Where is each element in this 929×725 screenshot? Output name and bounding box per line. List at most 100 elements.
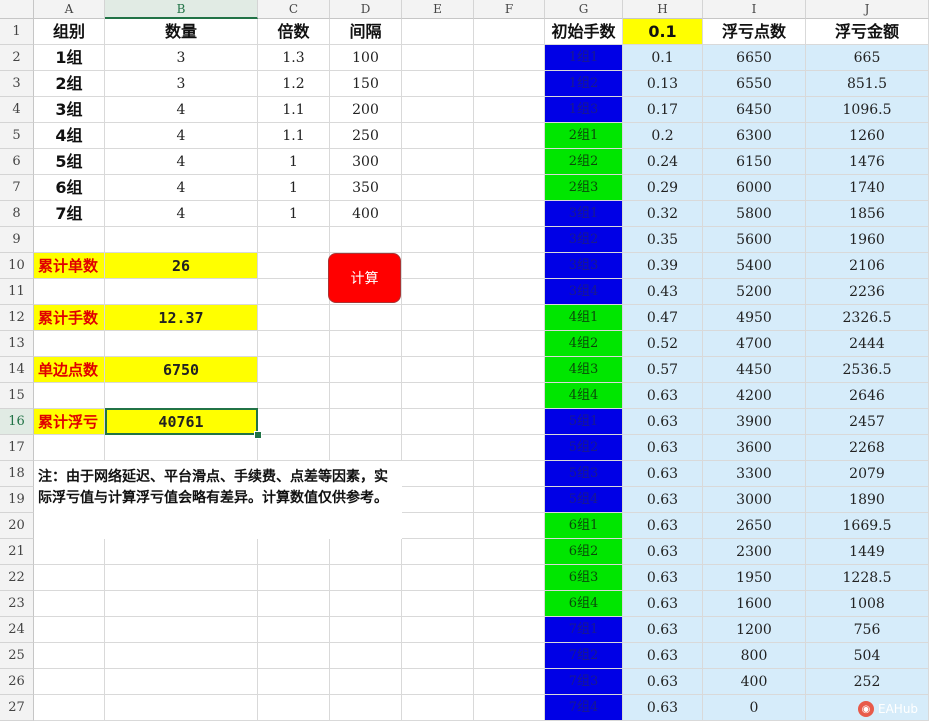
float-points-4[interactable]: 6300 [703,123,806,149]
row-header-6[interactable]: 6 [0,149,34,175]
cell-a9[interactable] [34,227,105,253]
float-amount-17[interactable]: 2079 [806,461,929,487]
summary-label-4[interactable]: 累计浮亏 [34,409,105,435]
cell-e4[interactable] [402,97,474,123]
cell-c10[interactable] [258,253,330,279]
float-points-21[interactable]: 1950 [703,565,806,591]
group-label-2[interactable]: 1组2 [545,71,623,97]
float-amount-4[interactable]: 1260 [806,123,929,149]
row-header-10[interactable]: 10 [0,253,34,279]
cell-f16[interactable] [474,409,545,435]
lot-size-22[interactable]: 0.63 [623,591,703,617]
row-header-15[interactable]: 15 [0,383,34,409]
row-header-9[interactable]: 9 [0,227,34,253]
lot-size-17[interactable]: 0.63 [623,461,703,487]
row-header-7[interactable]: 7 [0,175,34,201]
float-points-17[interactable]: 3300 [703,461,806,487]
cell-a15[interactable] [34,383,105,409]
cell-e27[interactable] [402,695,474,721]
cell-b17[interactable] [105,435,258,461]
group-label-3[interactable]: 1组3 [545,97,623,123]
left-header-3[interactable]: 倍数 [258,19,330,45]
group-label-4[interactable]: 2组1 [545,123,623,149]
float-amount-5[interactable]: 1476 [806,149,929,175]
left-header-1[interactable]: 组别 [34,19,105,45]
cell-d21[interactable] [330,539,402,565]
float-points-9[interactable]: 5400 [703,253,806,279]
float-amount-21[interactable]: 1228.5 [806,565,929,591]
left-cell-r2-c4[interactable]: 150 [330,71,402,97]
cell-c14[interactable] [258,357,330,383]
cell-e7[interactable] [402,175,474,201]
float-points-15[interactable]: 3900 [703,409,806,435]
left-cell-r3-c1[interactable]: 3组 [34,97,105,123]
cell-f15[interactable] [474,383,545,409]
cell-b24[interactable] [105,617,258,643]
left-cell-r4-c2[interactable]: 4 [105,123,258,149]
right-header-3[interactable]: 浮亏点数 [703,19,806,45]
row-header-22[interactable]: 22 [0,565,34,591]
cell-e26[interactable] [402,669,474,695]
lot-size-20[interactable]: 0.63 [623,539,703,565]
float-amount-16[interactable]: 2268 [806,435,929,461]
column-header-e[interactable]: E [402,0,474,19]
lot-size-14[interactable]: 0.63 [623,383,703,409]
cell-e6[interactable] [402,149,474,175]
left-cell-r5-c3[interactable]: 1 [258,149,330,175]
cell-e25[interactable] [402,643,474,669]
cell-a25[interactable] [34,643,105,669]
cell-f12[interactable] [474,305,545,331]
group-label-21[interactable]: 6组3 [545,565,623,591]
cell-f20[interactable] [474,513,545,539]
lot-size-23[interactable]: 0.63 [623,617,703,643]
cell-b15[interactable] [105,383,258,409]
row-header-12[interactable]: 12 [0,305,34,331]
float-points-11[interactable]: 4950 [703,305,806,331]
cell-e20[interactable] [402,513,474,539]
float-points-2[interactable]: 6550 [703,71,806,97]
lot-size-24[interactable]: 0.63 [623,643,703,669]
summary-value-1[interactable]: 26 [105,253,258,279]
cell-c26[interactable] [258,669,330,695]
cell-a26[interactable] [34,669,105,695]
float-points-20[interactable]: 2300 [703,539,806,565]
cell-a11[interactable] [34,279,105,305]
cell-c22[interactable] [258,565,330,591]
left-cell-r2-c1[interactable]: 2组 [34,71,105,97]
row-header-24[interactable]: 24 [0,617,34,643]
float-amount-15[interactable]: 2457 [806,409,929,435]
cell-d25[interactable] [330,643,402,669]
float-amount-10[interactable]: 2236 [806,279,929,305]
left-cell-r6-c2[interactable]: 4 [105,175,258,201]
row-header-20[interactable]: 20 [0,513,34,539]
cell-e11[interactable] [402,279,474,305]
cell-f6[interactable] [474,149,545,175]
lot-size-15[interactable]: 0.63 [623,409,703,435]
float-amount-8[interactable]: 1960 [806,227,929,253]
float-points-19[interactable]: 2650 [703,513,806,539]
right-header-2[interactable]: 0.1 [623,19,703,45]
cell-e5[interactable] [402,123,474,149]
float-points-16[interactable]: 3600 [703,435,806,461]
cell-c11[interactable] [258,279,330,305]
left-cell-r7-c1[interactable]: 7组 [34,201,105,227]
row-header-17[interactable]: 17 [0,435,34,461]
group-label-15[interactable]: 5组1 [545,409,623,435]
cell-e22[interactable] [402,565,474,591]
cell-a22[interactable] [34,565,105,591]
left-cell-r6-c4[interactable]: 350 [330,175,402,201]
float-points-23[interactable]: 1200 [703,617,806,643]
float-amount-11[interactable]: 2326.5 [806,305,929,331]
column-header-g[interactable]: G [545,0,623,19]
lot-size-5[interactable]: 0.24 [623,149,703,175]
lot-size-8[interactable]: 0.35 [623,227,703,253]
group-label-25[interactable]: 7组3 [545,669,623,695]
float-amount-22[interactable]: 1008 [806,591,929,617]
group-label-9[interactable]: 3组3 [545,253,623,279]
cell-c21[interactable] [258,539,330,565]
left-cell-r3-c2[interactable]: 4 [105,97,258,123]
cell-f17[interactable] [474,435,545,461]
cell-b13[interactable] [105,331,258,357]
float-amount-1[interactable]: 665 [806,45,929,71]
cell-e17[interactable] [402,435,474,461]
